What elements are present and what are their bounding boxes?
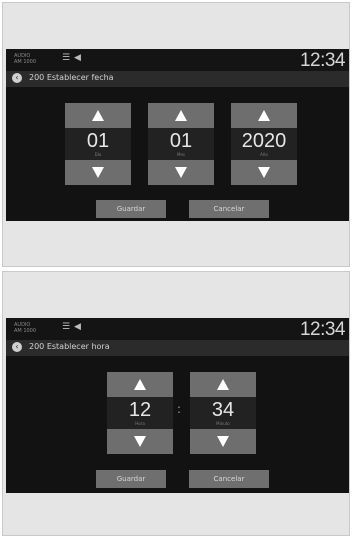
arrow-down-icon [92, 167, 104, 178]
day-spinner: 01 Día [65, 103, 131, 185]
back-icon[interactable]: ‹ [12, 342, 22, 352]
year-value-display: 2020 Año [231, 128, 297, 160]
time-screen: AUDIO AM 1000 ☰ ◀ 12:34 ‹ 200 Establecer… [6, 318, 349, 493]
save-button[interactable]: Guardar [96, 200, 166, 218]
screen-title: 200 Establecer hora [29, 342, 110, 351]
hour-value: 12 [128, 399, 152, 421]
arrow-up-icon [258, 110, 270, 121]
minute-decrease-button[interactable] [190, 429, 256, 454]
minute-increase-button[interactable] [190, 372, 256, 397]
status-bar: AUDIO AM 1000 ☰ ◀ 12:34 [6, 318, 349, 340]
arrow-down-icon [217, 436, 229, 447]
month-value-display: 01 Mes [148, 128, 214, 160]
minute-value: 34 [211, 399, 235, 421]
minute-spinner: 34 Minuto [190, 372, 256, 454]
speaker-icon[interactable]: ◀ [74, 53, 81, 63]
date-panel: AUDIO AM 1000 ☰ ◀ 12:34 ‹ 200 Establecer… [2, 2, 350, 267]
day-decrease-button[interactable] [65, 160, 131, 185]
hour-increase-button[interactable] [107, 372, 173, 397]
speaker-icon[interactable]: ◀ [74, 322, 81, 332]
save-button[interactable]: Guardar [96, 470, 166, 488]
audio-source-indicator[interactable]: AUDIO AM 1000 [14, 53, 36, 65]
back-icon[interactable]: ‹ [12, 73, 22, 83]
arrow-up-icon [217, 379, 229, 390]
arrow-up-icon [134, 379, 146, 390]
audio-source-indicator[interactable]: AUDIO AM 1000 [14, 322, 36, 334]
cancel-button[interactable]: Cancelar [189, 200, 269, 218]
cancel-button[interactable]: Cancelar [189, 470, 269, 488]
year-spinner: 2020 Año [231, 103, 297, 185]
hour-decrease-button[interactable] [107, 429, 173, 454]
day-value: 01 [86, 130, 110, 152]
arrow-down-icon [134, 436, 146, 447]
day-label: Día [94, 152, 102, 157]
minute-label: Minuto [216, 421, 230, 426]
arrow-down-icon [175, 167, 187, 178]
time-panel: AUDIO AM 1000 ☰ ◀ 12:34 ‹ 200 Establecer… [2, 271, 350, 536]
month-increase-button[interactable] [148, 103, 214, 128]
month-value: 01 [169, 130, 193, 152]
menu-icon[interactable]: ☰ [62, 53, 70, 63]
minute-value-display: 34 Minuto [190, 397, 256, 429]
month-decrease-button[interactable] [148, 160, 214, 185]
arrow-down-icon [258, 167, 270, 178]
month-spinner: 01 Mes [148, 103, 214, 185]
menu-icon[interactable]: ☰ [62, 322, 70, 332]
year-value: 2020 [241, 130, 287, 152]
day-value-display: 01 Día [65, 128, 131, 160]
date-screen: AUDIO AM 1000 ☰ ◀ 12:34 ‹ 200 Establecer… [6, 49, 349, 221]
arrow-up-icon [175, 110, 187, 121]
time-separator: : [177, 402, 182, 416]
title-bar: ‹ 200 Establecer hora [6, 340, 349, 356]
day-increase-button[interactable] [65, 103, 131, 128]
year-increase-button[interactable] [231, 103, 297, 128]
hour-label: Hora [135, 421, 145, 426]
hour-spinner: 12 Hora [107, 372, 173, 454]
clock: 12:34 [299, 50, 346, 71]
screen-title: 200 Establecer fecha [29, 73, 114, 82]
hour-value-display: 12 Hora [107, 397, 173, 429]
arrow-up-icon [92, 110, 104, 121]
clock: 12:34 [299, 319, 346, 340]
title-bar: ‹ 200 Establecer fecha [6, 71, 349, 87]
month-label: Mes [177, 152, 185, 157]
status-bar: AUDIO AM 1000 ☰ ◀ 12:34 [6, 49, 349, 71]
year-decrease-button[interactable] [231, 160, 297, 185]
year-label: Año [260, 152, 268, 157]
